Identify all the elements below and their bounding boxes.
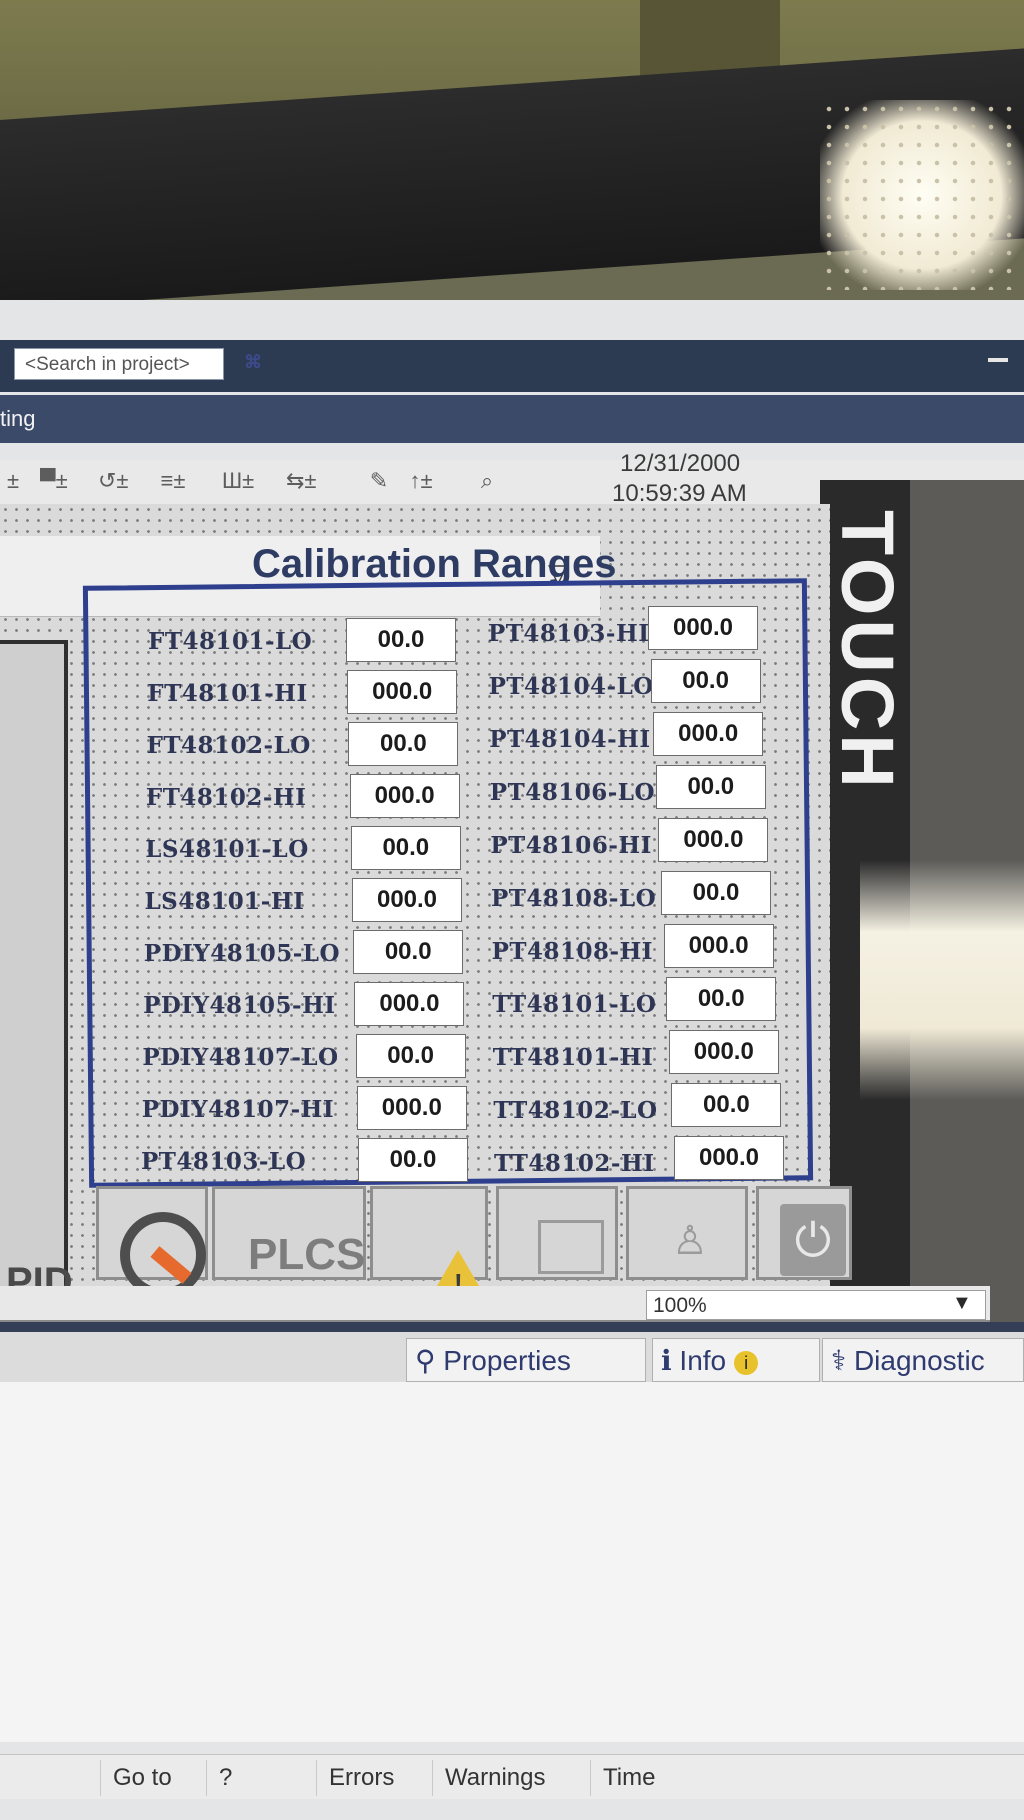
editor-title: ting (0, 406, 36, 431)
layer-up-icon[interactable]: ↑± (408, 468, 434, 494)
range-label: PT48103-HI (488, 620, 650, 647)
tab-label: Properties (443, 1345, 571, 1376)
zoom-select[interactable]: 100% (646, 1290, 986, 1320)
range-label: FT48101-HI (147, 680, 308, 707)
range-label: FT48101-LO (148, 628, 313, 655)
column-time[interactable]: Time (590, 1760, 764, 1796)
range-value-field[interactable]: 000.0 (354, 982, 465, 1026)
range-value-field[interactable]: 00.0 (661, 871, 771, 915)
range-value-field[interactable]: 000.0 (349, 774, 460, 818)
inspector-divider (0, 1322, 1024, 1332)
ceiling-light-reflection (820, 100, 1024, 290)
column-goto[interactable]: Go to (100, 1760, 206, 1796)
power-icon[interactable]: ⏻ (780, 1204, 846, 1276)
range-label: PDIY48107-LO (142, 1044, 339, 1071)
range-value-field[interactable]: 00.0 (358, 1138, 468, 1182)
range-value-field[interactable]: 00.0 (671, 1083, 782, 1127)
tab-label: Diagnostic (853, 1345, 985, 1376)
diagnostics-icon: ⚕ (831, 1345, 854, 1376)
range-value-field[interactable]: 00.0 (655, 765, 766, 809)
range-label: TT48101-HI (492, 1044, 654, 1071)
inspector-body (0, 1382, 1024, 1742)
info-icon: ℹ (661, 1345, 680, 1376)
range-value-field[interactable]: 00.0 (350, 826, 461, 870)
range-value-field[interactable]: 00.0 (346, 618, 456, 662)
editor-title-bar: ting (0, 395, 1024, 443)
diagram-icon (538, 1220, 604, 1274)
wand-icon[interactable]: ✎ (366, 468, 392, 494)
range-label: LS48101-LO (145, 836, 309, 863)
user-icon: ♙ (672, 1219, 708, 1263)
rotate-icon[interactable]: ↺± (98, 468, 129, 494)
column-errors[interactable]: Errors (316, 1760, 432, 1796)
range-value-field[interactable]: 00.0 (348, 722, 459, 766)
range-value-field[interactable]: 00.0 (355, 1034, 466, 1078)
hmi-time: 10:59:39 AM (612, 480, 747, 507)
range-value-field[interactable]: 000.0 (663, 924, 774, 968)
distribute-icon[interactable]: Ш± (222, 468, 254, 494)
range-value-field[interactable]: 000.0 (653, 712, 764, 756)
range-label: TT48101-LO (492, 991, 657, 1018)
range-label: PDIY48105-HI (143, 992, 336, 1019)
range-value-field[interactable]: 00.0 (650, 659, 761, 703)
range-value-field[interactable]: 000.0 (668, 1030, 779, 1074)
chevron-down-icon[interactable]: ▼ (952, 1292, 972, 1315)
info-badge: i (734, 1350, 759, 1375)
panel-brand: TOUCH (826, 510, 909, 792)
range-label: PT48106-LO (489, 779, 655, 806)
zoom-region-icon[interactable]: ⌕ (474, 468, 500, 494)
range-value-field[interactable]: 000.0 (352, 878, 462, 922)
range-label: FT48102-HI (145, 784, 307, 811)
search-input[interactable]: <Search in project> (14, 348, 224, 380)
tab-info[interactable]: ℹ Info i (652, 1338, 820, 1382)
column-help[interactable]: ? (206, 1760, 316, 1796)
range-value-field[interactable]: 00.0 (353, 930, 464, 974)
range-label: PT48103-LO (141, 1148, 307, 1175)
range-label: PT48108-HI (491, 938, 654, 965)
center-icon[interactable]: ≡± (160, 468, 186, 494)
range-label: LS48101-HI (144, 888, 305, 915)
range-label: TT48102-LO (493, 1097, 658, 1124)
align-icon[interactable]: ± (0, 468, 26, 494)
range-label: FT48102-LO (146, 732, 311, 759)
range-label: PT48104-HI (489, 726, 651, 753)
column-warnings[interactable]: Warnings (432, 1760, 590, 1796)
window-glare (860, 860, 1024, 1100)
range-label: PDIY48105-LO (143, 940, 340, 967)
tab-label: Info (679, 1345, 727, 1376)
range-label: PT48108-LO (491, 885, 657, 912)
range-label: TT48102-HI (494, 1150, 655, 1177)
hmi-date: 12/31/2000 (620, 450, 741, 477)
plcs-button-label: PLCS (248, 1230, 366, 1279)
range-value-field[interactable]: 00.0 (666, 977, 777, 1021)
screen: <Search in project> ⌘ ting ± ▀± ↺± ≡± Ш±… (0, 300, 1024, 1820)
range-label: PDIY48107-HI (141, 1096, 335, 1123)
binoculars-icon[interactable]: ⌘ (244, 352, 268, 376)
tab-properties[interactable]: ⚲ Properties (406, 1338, 646, 1382)
range-value-field[interactable]: 000.0 (674, 1136, 784, 1180)
align-icon[interactable]: ▀± (40, 468, 68, 494)
range-value-field[interactable]: 000.0 (347, 670, 458, 714)
range-label: PT48106-HI (490, 832, 652, 859)
range-value-field[interactable]: 000.0 (658, 818, 769, 862)
width-icon[interactable]: ⇆± (286, 468, 317, 494)
range-value-field[interactable]: 000.0 (356, 1086, 467, 1130)
magnifier-icon: ⚲ (415, 1345, 444, 1376)
minimize-icon[interactable] (988, 358, 1008, 362)
tab-diagnostics[interactable]: ⚕ Diagnostic (822, 1338, 1024, 1382)
range-value-field[interactable]: 000.0 (648, 606, 758, 650)
range-label: PT48104-LO (488, 673, 654, 700)
